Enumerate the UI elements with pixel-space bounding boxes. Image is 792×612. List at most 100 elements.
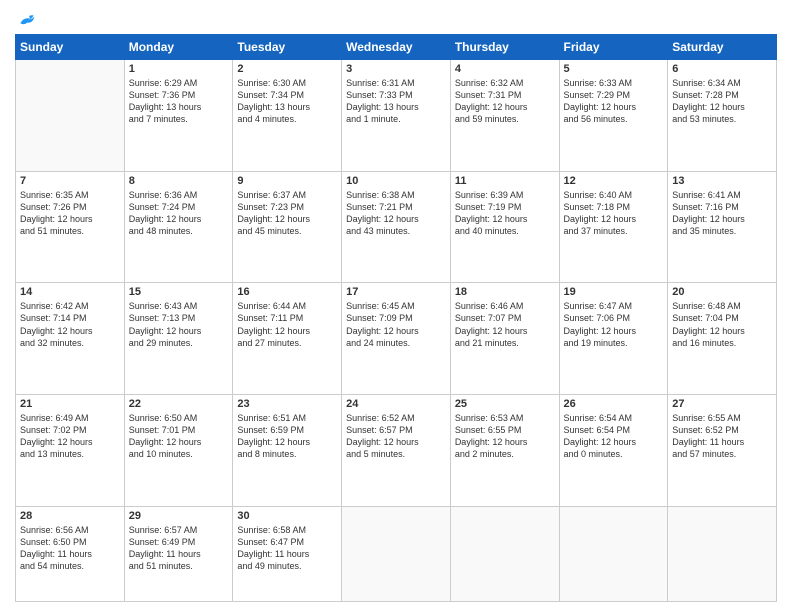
weekday-header-monday: Monday bbox=[124, 35, 233, 60]
calendar-cell: 22 Sunrise: 6:50 AMSunset: 7:01 PMDayligh… bbox=[124, 394, 233, 506]
calendar-cell: 16 Sunrise: 6:44 AMSunset: 7:11 PMDayligh… bbox=[233, 283, 342, 395]
cell-content: Sunrise: 6:44 AMSunset: 7:11 PMDaylight:… bbox=[237, 300, 337, 349]
cell-content: Sunrise: 6:32 AMSunset: 7:31 PMDaylight:… bbox=[455, 77, 555, 126]
calendar-cell: 25 Sunrise: 6:53 AMSunset: 6:55 PMDayligh… bbox=[450, 394, 559, 506]
calendar-cell: 14 Sunrise: 6:42 AMSunset: 7:14 PMDayligh… bbox=[16, 283, 125, 395]
day-number: 20 bbox=[672, 286, 772, 298]
calendar-cell: 26 Sunrise: 6:54 AMSunset: 6:54 PMDayligh… bbox=[559, 394, 668, 506]
day-number: 1 bbox=[129, 63, 229, 75]
weekday-header-row: SundayMondayTuesdayWednesdayThursdayFrid… bbox=[16, 35, 777, 60]
cell-content: Sunrise: 6:54 AMSunset: 6:54 PMDaylight:… bbox=[564, 412, 664, 461]
calendar-table: SundayMondayTuesdayWednesdayThursdayFrid… bbox=[15, 34, 777, 602]
calendar-cell bbox=[559, 506, 668, 601]
calendar-cell bbox=[342, 506, 451, 601]
cell-content: Sunrise: 6:30 AMSunset: 7:34 PMDaylight:… bbox=[237, 77, 337, 126]
cell-content: Sunrise: 6:40 AMSunset: 7:18 PMDaylight:… bbox=[564, 189, 664, 238]
day-number: 15 bbox=[129, 286, 229, 298]
weekday-header-wednesday: Wednesday bbox=[342, 35, 451, 60]
calendar-cell: 1 Sunrise: 6:29 AMSunset: 7:36 PMDaylight… bbox=[124, 60, 233, 172]
cell-content: Sunrise: 6:50 AMSunset: 7:01 PMDaylight:… bbox=[129, 412, 229, 461]
day-number: 21 bbox=[20, 398, 120, 410]
day-number: 5 bbox=[564, 63, 664, 75]
calendar-week-row-4: 21 Sunrise: 6:49 AMSunset: 7:02 PMDayligh… bbox=[16, 394, 777, 506]
day-number: 28 bbox=[20, 510, 120, 522]
cell-content: Sunrise: 6:38 AMSunset: 7:21 PMDaylight:… bbox=[346, 189, 446, 238]
day-number: 24 bbox=[346, 398, 446, 410]
calendar-cell: 29 Sunrise: 6:57 AMSunset: 6:49 PMDayligh… bbox=[124, 506, 233, 601]
day-number: 9 bbox=[237, 175, 337, 187]
calendar-cell: 3 Sunrise: 6:31 AMSunset: 7:33 PMDaylight… bbox=[342, 60, 451, 172]
cell-content: Sunrise: 6:43 AMSunset: 7:13 PMDaylight:… bbox=[129, 300, 229, 349]
cell-content: Sunrise: 6:56 AMSunset: 6:50 PMDaylight:… bbox=[20, 524, 120, 573]
day-number: 26 bbox=[564, 398, 664, 410]
cell-content: Sunrise: 6:41 AMSunset: 7:16 PMDaylight:… bbox=[672, 189, 772, 238]
cell-content: Sunrise: 6:55 AMSunset: 6:52 PMDaylight:… bbox=[672, 412, 772, 461]
day-number: 25 bbox=[455, 398, 555, 410]
calendar-week-row-1: 1 Sunrise: 6:29 AMSunset: 7:36 PMDaylight… bbox=[16, 60, 777, 172]
logo-bird-icon bbox=[17, 10, 37, 30]
cell-content: Sunrise: 6:53 AMSunset: 6:55 PMDaylight:… bbox=[455, 412, 555, 461]
logo bbox=[15, 10, 37, 26]
header bbox=[15, 10, 777, 26]
day-number: 14 bbox=[20, 286, 120, 298]
calendar-cell: 27 Sunrise: 6:55 AMSunset: 6:52 PMDayligh… bbox=[668, 394, 777, 506]
cell-content: Sunrise: 6:51 AMSunset: 6:59 PMDaylight:… bbox=[237, 412, 337, 461]
weekday-header-friday: Friday bbox=[559, 35, 668, 60]
day-number: 6 bbox=[672, 63, 772, 75]
calendar-cell: 9 Sunrise: 6:37 AMSunset: 7:23 PMDaylight… bbox=[233, 171, 342, 283]
day-number: 3 bbox=[346, 63, 446, 75]
day-number: 18 bbox=[455, 286, 555, 298]
day-number: 8 bbox=[129, 175, 229, 187]
page: SundayMondayTuesdayWednesdayThursdayFrid… bbox=[0, 0, 792, 612]
day-number: 22 bbox=[129, 398, 229, 410]
calendar-cell: 11Sunrise: 6:39 AMSunset: 7:19 PMDayligh… bbox=[450, 171, 559, 283]
calendar-cell: 4 Sunrise: 6:32 AMSunset: 7:31 PMDaylight… bbox=[450, 60, 559, 172]
cell-content: Sunrise: 6:42 AMSunset: 7:14 PMDaylight:… bbox=[20, 300, 120, 349]
day-number: 19 bbox=[564, 286, 664, 298]
cell-content: Sunrise: 6:48 AMSunset: 7:04 PMDaylight:… bbox=[672, 300, 772, 349]
calendar-cell: 18 Sunrise: 6:46 AMSunset: 7:07 PMDayligh… bbox=[450, 283, 559, 395]
calendar-cell: 21 Sunrise: 6:49 AMSunset: 7:02 PMDayligh… bbox=[16, 394, 125, 506]
calendar-cell: 8Sunrise: 6:36 AMSunset: 7:24 PMDaylight… bbox=[124, 171, 233, 283]
calendar-cell: 10 Sunrise: 6:38 AMSunset: 7:21 PMDayligh… bbox=[342, 171, 451, 283]
calendar-cell: 17 Sunrise: 6:45 AMSunset: 7:09 PMDayligh… bbox=[342, 283, 451, 395]
calendar-cell bbox=[668, 506, 777, 601]
cell-content: Sunrise: 6:49 AMSunset: 7:02 PMDaylight:… bbox=[20, 412, 120, 461]
cell-content: Sunrise: 6:45 AMSunset: 7:09 PMDaylight:… bbox=[346, 300, 446, 349]
calendar-cell: 30Sunrise: 6:58 AMSunset: 6:47 PMDayligh… bbox=[233, 506, 342, 601]
cell-content: Sunrise: 6:29 AMSunset: 7:36 PMDaylight:… bbox=[129, 77, 229, 126]
weekday-header-sunday: Sunday bbox=[16, 35, 125, 60]
day-number: 17 bbox=[346, 286, 446, 298]
weekday-header-tuesday: Tuesday bbox=[233, 35, 342, 60]
day-number: 27 bbox=[672, 398, 772, 410]
day-number: 2 bbox=[237, 63, 337, 75]
weekday-header-thursday: Thursday bbox=[450, 35, 559, 60]
cell-content: Sunrise: 6:47 AMSunset: 7:06 PMDaylight:… bbox=[564, 300, 664, 349]
cell-content: Sunrise: 6:46 AMSunset: 7:07 PMDaylight:… bbox=[455, 300, 555, 349]
day-number: 23 bbox=[237, 398, 337, 410]
calendar-cell: 6 Sunrise: 6:34 AMSunset: 7:28 PMDaylight… bbox=[668, 60, 777, 172]
cell-content: Sunrise: 6:57 AMSunset: 6:49 PMDaylight:… bbox=[129, 524, 229, 573]
calendar-cell: 15 Sunrise: 6:43 AMSunset: 7:13 PMDayligh… bbox=[124, 283, 233, 395]
weekday-header-saturday: Saturday bbox=[668, 35, 777, 60]
cell-content: Sunrise: 6:52 AMSunset: 6:57 PMDaylight:… bbox=[346, 412, 446, 461]
day-number: 10 bbox=[346, 175, 446, 187]
day-number: 4 bbox=[455, 63, 555, 75]
cell-content: Sunrise: 6:34 AMSunset: 7:28 PMDaylight:… bbox=[672, 77, 772, 126]
day-number: 12 bbox=[564, 175, 664, 187]
cell-content: Sunrise: 6:39 AMSunset: 7:19 PMDaylight:… bbox=[455, 189, 555, 238]
calendar-cell: 7Sunrise: 6:35 AMSunset: 7:26 PMDaylight… bbox=[16, 171, 125, 283]
cell-content: Sunrise: 6:31 AMSunset: 7:33 PMDaylight:… bbox=[346, 77, 446, 126]
calendar-cell: 20 Sunrise: 6:48 AMSunset: 7:04 PMDayligh… bbox=[668, 283, 777, 395]
calendar-cell bbox=[450, 506, 559, 601]
cell-content: Sunrise: 6:37 AMSunset: 7:23 PMDaylight:… bbox=[237, 189, 337, 238]
calendar-cell: 2 Sunrise: 6:30 AMSunset: 7:34 PMDaylight… bbox=[233, 60, 342, 172]
cell-content: Sunrise: 6:33 AMSunset: 7:29 PMDaylight:… bbox=[564, 77, 664, 126]
calendar-cell: 5 Sunrise: 6:33 AMSunset: 7:29 PMDaylight… bbox=[559, 60, 668, 172]
day-number: 29 bbox=[129, 510, 229, 522]
calendar-week-row-2: 7Sunrise: 6:35 AMSunset: 7:26 PMDaylight… bbox=[16, 171, 777, 283]
cell-content: Sunrise: 6:35 AMSunset: 7:26 PMDaylight:… bbox=[20, 189, 120, 238]
day-number: 16 bbox=[237, 286, 337, 298]
day-number: 30 bbox=[237, 510, 337, 522]
calendar-cell: 28 Sunrise: 6:56 AMSunset: 6:50 PMDayligh… bbox=[16, 506, 125, 601]
